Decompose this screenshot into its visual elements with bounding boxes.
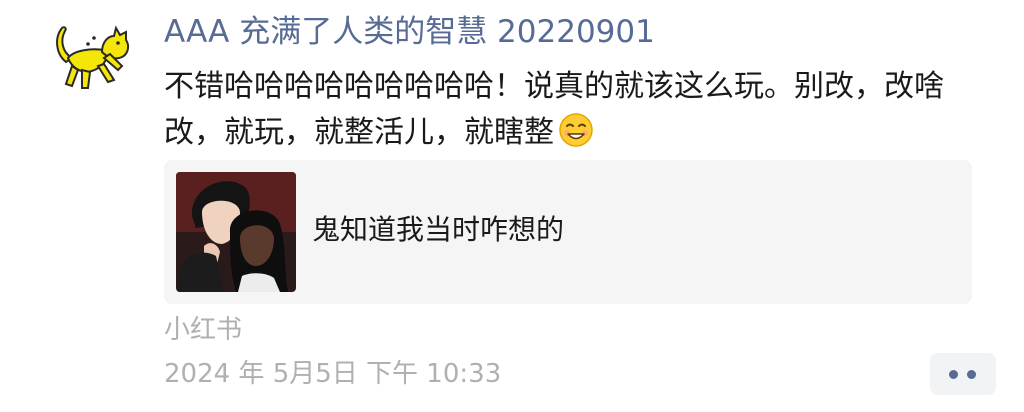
more-button[interactable] xyxy=(930,353,996,395)
avatar[interactable] xyxy=(52,24,132,94)
more-dot-icon xyxy=(949,370,958,379)
link-card-title: 鬼知道我当时咋想的 xyxy=(312,213,565,246)
more-dot-icon xyxy=(967,370,976,379)
source-label[interactable]: 小红书 xyxy=(164,312,242,348)
grinning-squint-face-icon xyxy=(558,112,594,148)
post-text-content: 不错哈哈哈哈哈哈哈哈哈！说真的就该这么玩。别改，改啥改，就玩，就整活儿，就瞎整 xyxy=(164,69,944,150)
link-card[interactable]: 鬼知道我当时咋想的 xyxy=(164,160,972,304)
link-thumbnail xyxy=(176,172,296,292)
cat-avatar-icon xyxy=(56,25,130,89)
username-link[interactable]: AAA 充满了人类的智慧 20220901 xyxy=(164,12,655,52)
post-text: 不错哈哈哈哈哈哈哈哈哈！说真的就该这么玩。别改，改啥改，就玩，就整活儿，就瞎整 xyxy=(164,64,994,156)
timestamp: 2024 年 5月5日 下午 10:33 xyxy=(164,359,502,389)
